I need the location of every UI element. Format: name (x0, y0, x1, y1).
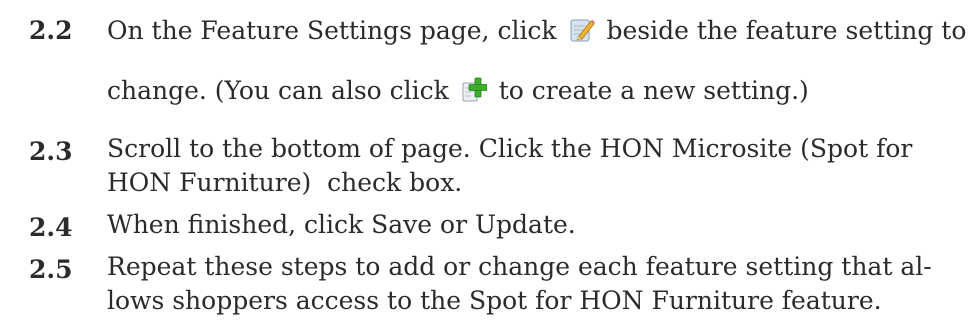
step-line: When finished, click Save or Update. (107, 210, 576, 239)
step-line: Scroll to the bottom of page. Click the … (107, 134, 913, 163)
step-number: 2.5 (29, 255, 73, 284)
step-text: Scroll to the bottom of page. Click the … (107, 132, 952, 200)
add-new-green-plus-icon (461, 77, 487, 103)
step-text-segment: On the Feature Settings page, click (107, 16, 565, 45)
step-number: 2.4 (29, 213, 73, 242)
instruction-steps: 2.2 On the Feature Settings page, click … (0, 0, 968, 333)
step-line: HON Furniture) check box. (107, 168, 463, 197)
step-line: Repeat these steps to add or change each… (107, 252, 932, 281)
step-text-segment: change. (You can also click (107, 76, 457, 105)
step-text: On the Feature Settings page, click besi… (107, 11, 966, 111)
edit-pencil-icon (569, 17, 595, 43)
step-number: 2.2 (29, 16, 73, 45)
step-line: change. (You can also click to create a … (107, 71, 952, 111)
step-text-segment: beside the feature setting to (598, 16, 967, 45)
step-text: When finished, click Save or Update. (107, 208, 952, 242)
step-text: Repeat these steps to add or change each… (107, 250, 952, 318)
step-text-segment: to create a new setting.) (490, 76, 809, 105)
step-number: 2.3 (29, 137, 73, 166)
step-line: lows shoppers access to the Spot for HON… (107, 286, 882, 315)
step-line: On the Feature Settings page, click besi… (107, 11, 966, 51)
